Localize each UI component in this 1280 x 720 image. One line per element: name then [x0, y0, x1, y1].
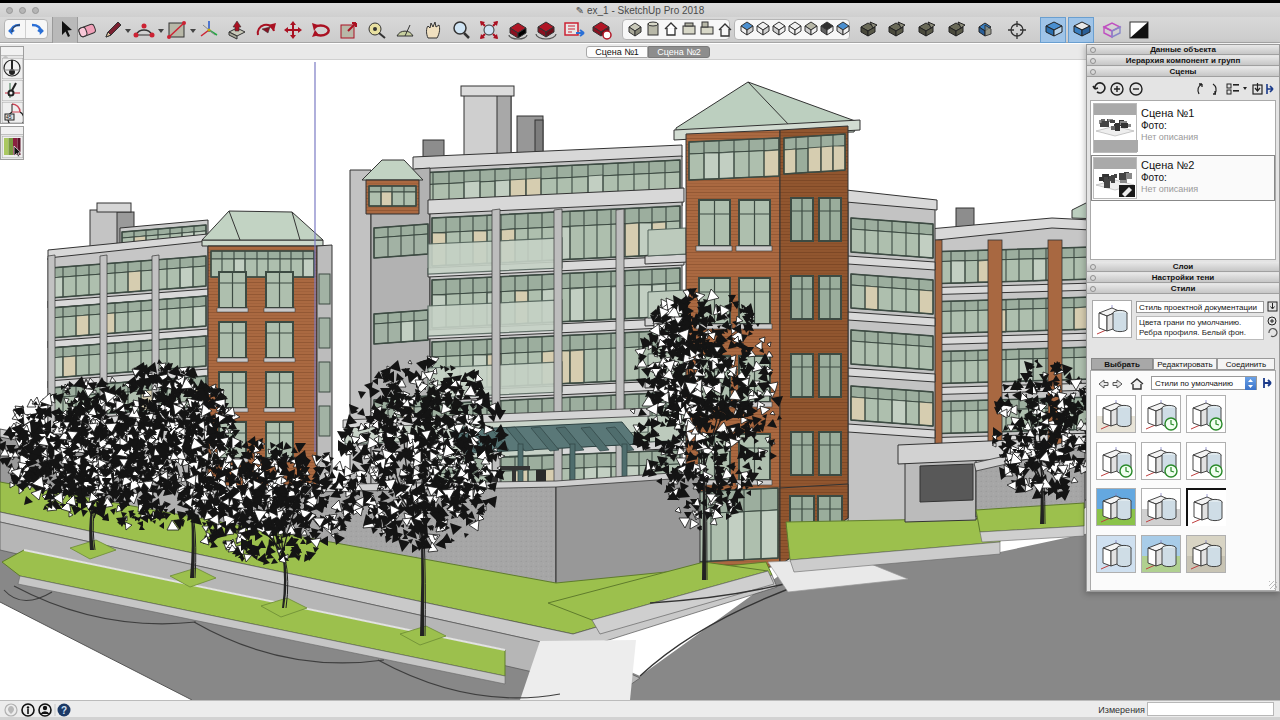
svg-text:?: ?: [61, 705, 67, 716]
svg-text:45: 45: [6, 114, 12, 120]
